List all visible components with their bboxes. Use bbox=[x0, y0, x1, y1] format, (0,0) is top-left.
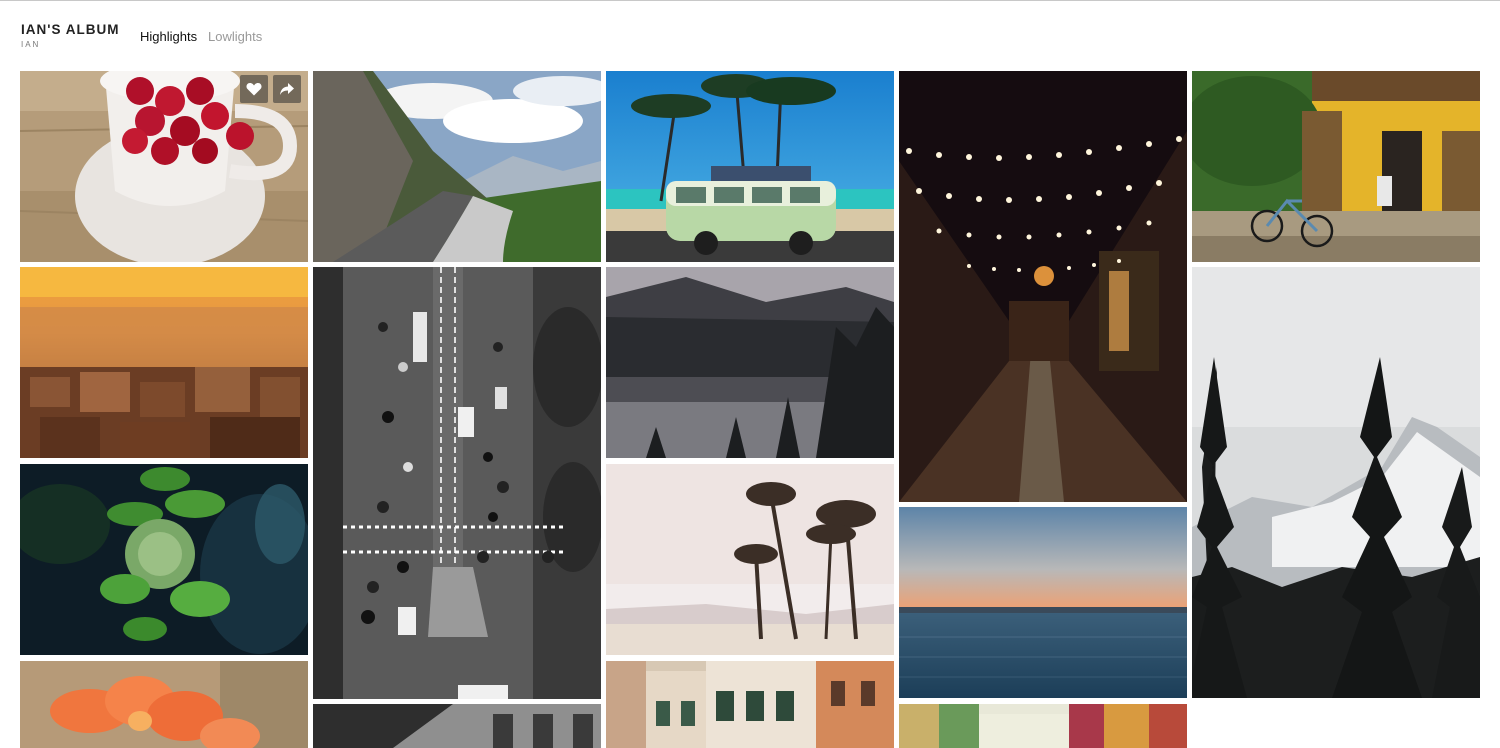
top-divider bbox=[0, 0, 1500, 1]
photo-misty-lake-image bbox=[606, 267, 894, 458]
photo-mountain-road-image bbox=[313, 71, 601, 262]
photo-ocean-sunset-image bbox=[899, 507, 1187, 698]
photo-bw-building[interactable] bbox=[313, 704, 601, 748]
like-button[interactable] bbox=[240, 75, 268, 103]
photo-sunset-city-image bbox=[20, 267, 308, 458]
photo-sunset-city[interactable] bbox=[20, 267, 308, 458]
photo-palm-beach-van[interactable] bbox=[606, 71, 894, 262]
photo-snowy-mountain-pines[interactable] bbox=[1192, 267, 1480, 698]
album-title: IAN'S ALBUM bbox=[21, 22, 120, 37]
photo-colorful-buildings[interactable] bbox=[899, 704, 1187, 748]
nav-lowlights[interactable]: Lowlights bbox=[208, 29, 262, 44]
photo-yellow-house-bicycle[interactable] bbox=[1192, 71, 1480, 262]
photo-misty-lake[interactable] bbox=[606, 267, 894, 458]
share-arrow-icon bbox=[280, 83, 294, 95]
photo-bw-building-image bbox=[313, 704, 601, 748]
photo-street-houses-image bbox=[606, 661, 894, 748]
photo-palm-trees-beach[interactable] bbox=[606, 464, 894, 655]
photo-orange-flower[interactable] bbox=[20, 661, 308, 748]
photo-night-street-lights[interactable] bbox=[899, 71, 1187, 502]
photo-snowy-mountain-pines-image bbox=[1192, 267, 1480, 698]
photo-aerial-traffic[interactable] bbox=[313, 267, 601, 699]
photo-mountain-road[interactable] bbox=[313, 71, 601, 262]
photo-ocean-sunset[interactable] bbox=[899, 507, 1187, 698]
heart-icon bbox=[246, 83, 262, 96]
photo-yellow-house-bicycle-image bbox=[1192, 71, 1480, 262]
photo-orange-flower-image bbox=[20, 661, 308, 748]
photo-aerial-traffic-image bbox=[313, 267, 601, 699]
album-header: IAN'S ALBUM IAN bbox=[21, 22, 119, 50]
photo-night-street-lights-image bbox=[899, 71, 1187, 502]
album-owner: IAN bbox=[21, 40, 41, 49]
photo-green-plant-image bbox=[20, 464, 308, 655]
photo-palm-trees-beach-image bbox=[606, 464, 894, 655]
photo-green-plant[interactable] bbox=[20, 464, 308, 655]
nav-highlights[interactable]: Highlights bbox=[140, 29, 197, 44]
photo-street-houses[interactable] bbox=[606, 661, 894, 748]
share-button[interactable] bbox=[273, 75, 301, 103]
photo-colorful-buildings-image bbox=[899, 704, 1187, 748]
photo-palm-beach-van-image bbox=[606, 71, 894, 262]
